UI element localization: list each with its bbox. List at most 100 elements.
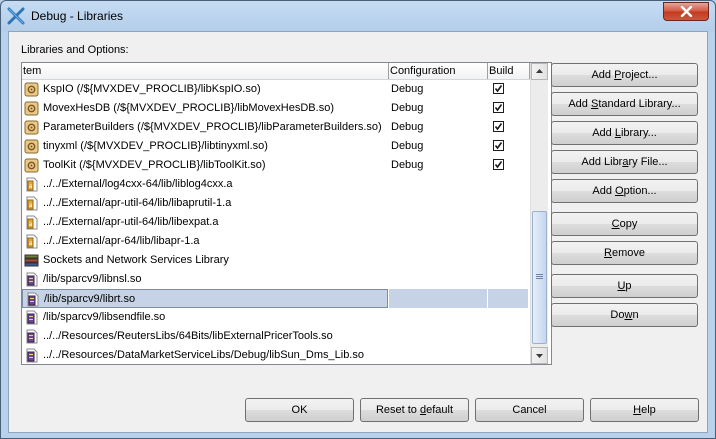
configuration-cell[interactable]	[389, 194, 487, 213]
item-cell[interactable]: a ../../External/apr-util-64/lib/libexpat…	[22, 213, 388, 232]
reset-label-pre: Reset to	[375, 404, 420, 416]
item-cell[interactable]: ParameterBuilders (/${MVXDEV_PROCLIB}/li…	[22, 118, 388, 137]
item-cell[interactable]: tinyxml (/${MVXDEV_PROCLIB}/libtinyxml.s…	[22, 137, 388, 156]
build-checkbox[interactable]	[493, 159, 504, 170]
item-cell[interactable]: ToolKit (/${MVXDEV_PROCLIB}/libToolKit.s…	[22, 156, 388, 175]
item-cell[interactable]: /lib/sparcv9/libsendfile.so	[22, 308, 388, 327]
table-row[interactable]: MovexHesDB (/${MVXDEV_PROCLIB}/libMovexH…	[22, 99, 530, 118]
reset-to-default-button[interactable]: Reset to default	[360, 398, 469, 422]
table-row[interactable]: Sockets and Network Services Library	[22, 251, 530, 270]
configuration-cell[interactable]	[389, 270, 487, 289]
item-cell[interactable]: KspIO (/${MVXDEV_PROCLIB}/libKspIO.so)	[22, 80, 388, 99]
table-row[interactable]: /lib/sparcv9/libsendfile.so	[22, 308, 530, 327]
cancel-button[interactable]: Cancel	[475, 398, 584, 422]
table-row[interactable]: tinyxml (/${MVXDEV_PROCLIB}/libtinyxml.s…	[22, 137, 530, 156]
configuration-cell[interactable]	[389, 232, 487, 251]
item-text: ToolKit (/${MVXDEV_PROCLIB}/libToolKit.s…	[43, 159, 266, 171]
scroll-up-button[interactable]	[531, 63, 548, 80]
item-cell[interactable]: Sockets and Network Services Library	[22, 251, 388, 270]
libraries-table[interactable]: tem Configuration Build KspIO (/${MVXDEV…	[21, 62, 552, 365]
build-cell	[488, 327, 528, 346]
configuration-cell[interactable]: Debug	[389, 137, 487, 156]
column-header-configuration[interactable]: Configuration	[389, 63, 488, 79]
table-row[interactable]: a ../../External/apr-64/lib/libapr-1.a	[22, 232, 530, 251]
item-cell[interactable]: /lib/sparcv9/libnsl.so	[22, 270, 388, 289]
configuration-cell[interactable]	[389, 175, 487, 194]
copy-button[interactable]: Copy	[551, 212, 698, 236]
build-cell	[488, 194, 528, 213]
window-title: Debug - Libraries	[31, 9, 124, 23]
item-text: ../../External/apr-64/lib/libapr-1.a	[43, 235, 200, 247]
libraries-dialog: Debug - Libraries Libraries and Options:…	[0, 0, 716, 439]
table-row[interactable]: ../../Resources/DataMarketServiceLibs/De…	[22, 346, 530, 364]
table-row[interactable]: a ../../External/apr-util-64/lib/libexpat…	[22, 213, 530, 232]
item-cell[interactable]: a ../../External/apr-64/lib/libapr-1.a	[22, 232, 388, 251]
item-text: ../../External/log4cxx-64/lib/liblog4cxx…	[43, 178, 233, 190]
check-mark-icon	[494, 85, 503, 93]
item-cell[interactable]: MovexHesDB (/${MVXDEV_PROCLIB}/libMovexH…	[22, 99, 388, 118]
build-checkbox[interactable]	[493, 83, 504, 94]
check-mark-icon	[494, 104, 503, 112]
table-row[interactable]: ../../Resources/ReutersLibs/64Bits/libEx…	[22, 327, 530, 346]
title-bar[interactable]: Debug - Libraries	[1, 1, 715, 31]
configuration-cell[interactable]	[389, 308, 487, 327]
help-button[interactable]: Help	[590, 398, 699, 422]
project-icon	[24, 101, 39, 116]
table-row[interactable]: a ../../External/log4cxx-64/lib/liblog4cx…	[22, 175, 530, 194]
scrollbar-thumb[interactable]	[532, 211, 547, 344]
add-project-button[interactable]: Add Project...	[551, 63, 698, 87]
table-header: tem Configuration Build	[22, 63, 530, 80]
column-header-build[interactable]: Build	[488, 63, 530, 79]
reset-label-post: efault	[426, 404, 454, 416]
item-cell[interactable]: a ../../External/log4cxx-64/lib/liblog4cx…	[22, 175, 388, 194]
table-row[interactable]: ToolKit (/${MVXDEV_PROCLIB}/libToolKit.s…	[22, 156, 530, 175]
configuration-cell[interactable]: Debug	[389, 156, 487, 175]
add-library-file-button[interactable]: Add Library File...	[551, 150, 698, 174]
shared-library-icon	[24, 329, 39, 344]
add-standard-library-button[interactable]: Add Standard Library...	[551, 92, 698, 116]
configuration-cell[interactable]	[389, 289, 487, 308]
table-row[interactable]: /lib/sparcv9/librt.so	[22, 289, 530, 308]
check-mark-icon	[494, 161, 503, 169]
button-label-u: C	[611, 218, 620, 230]
item-cell[interactable]: a ../../External/apr-util-64/lib/libaprut…	[22, 194, 388, 213]
configuration-cell[interactable]	[389, 346, 487, 364]
cancel-label: Cancel	[512, 404, 547, 416]
down-button[interactable]: Down	[551, 303, 698, 327]
button-label-post: ption...	[623, 185, 657, 197]
add-library-button[interactable]: Add Library...	[551, 121, 698, 145]
build-checkbox[interactable]	[493, 121, 504, 132]
table-row[interactable]: /lib/sparcv9/libnsl.so	[22, 270, 530, 289]
remove-button[interactable]: Remove	[551, 241, 698, 265]
scroll-down-button[interactable]	[531, 347, 548, 364]
item-cell[interactable]: /lib/sparcv9/librt.so	[22, 289, 388, 308]
item-cell[interactable]: ../../Resources/DataMarketServiceLibs/De…	[22, 346, 388, 364]
configuration-cell[interactable]	[389, 213, 487, 232]
configuration-cell[interactable]: Debug	[389, 118, 487, 137]
table-row[interactable]: ParameterBuilders (/${MVXDEV_PROCLIB}/li…	[22, 118, 530, 137]
up-button[interactable]: Up	[551, 274, 698, 298]
table-row[interactable]: a ../../External/apr-util-64/lib/libaprut…	[22, 194, 530, 213]
thumb-grip	[536, 278, 543, 279]
item-cell[interactable]: ../../Resources/ReutersLibs/64Bits/libEx…	[22, 327, 388, 346]
configuration-cell[interactable]: Debug	[389, 99, 487, 118]
button-label-post: opy	[619, 218, 638, 230]
ok-button[interactable]: OK	[245, 398, 354, 422]
close-button[interactable]	[663, 2, 709, 21]
configuration-cell[interactable]: Debug	[389, 80, 487, 99]
build-checkbox[interactable]	[493, 102, 504, 113]
column-header-item[interactable]: tem	[22, 63, 389, 79]
thumb-grip	[536, 276, 543, 277]
netbeans-app-icon	[7, 7, 25, 25]
build-cell	[488, 118, 528, 137]
configuration-cell[interactable]	[389, 327, 487, 346]
table-row[interactable]: KspIO (/${MVXDEV_PROCLIB}/libKspIO.so) De…	[22, 80, 530, 99]
project-icon	[24, 158, 39, 173]
item-text: ../../Resources/DataMarketServiceLibs/De…	[43, 349, 364, 361]
build-checkbox[interactable]	[493, 140, 504, 151]
configuration-cell[interactable]	[389, 251, 487, 270]
add-option-button[interactable]: Add Option...	[551, 179, 698, 203]
build-cell	[488, 99, 528, 118]
archive-file-icon: a	[24, 215, 39, 230]
vertical-scrollbar[interactable]	[530, 63, 548, 364]
